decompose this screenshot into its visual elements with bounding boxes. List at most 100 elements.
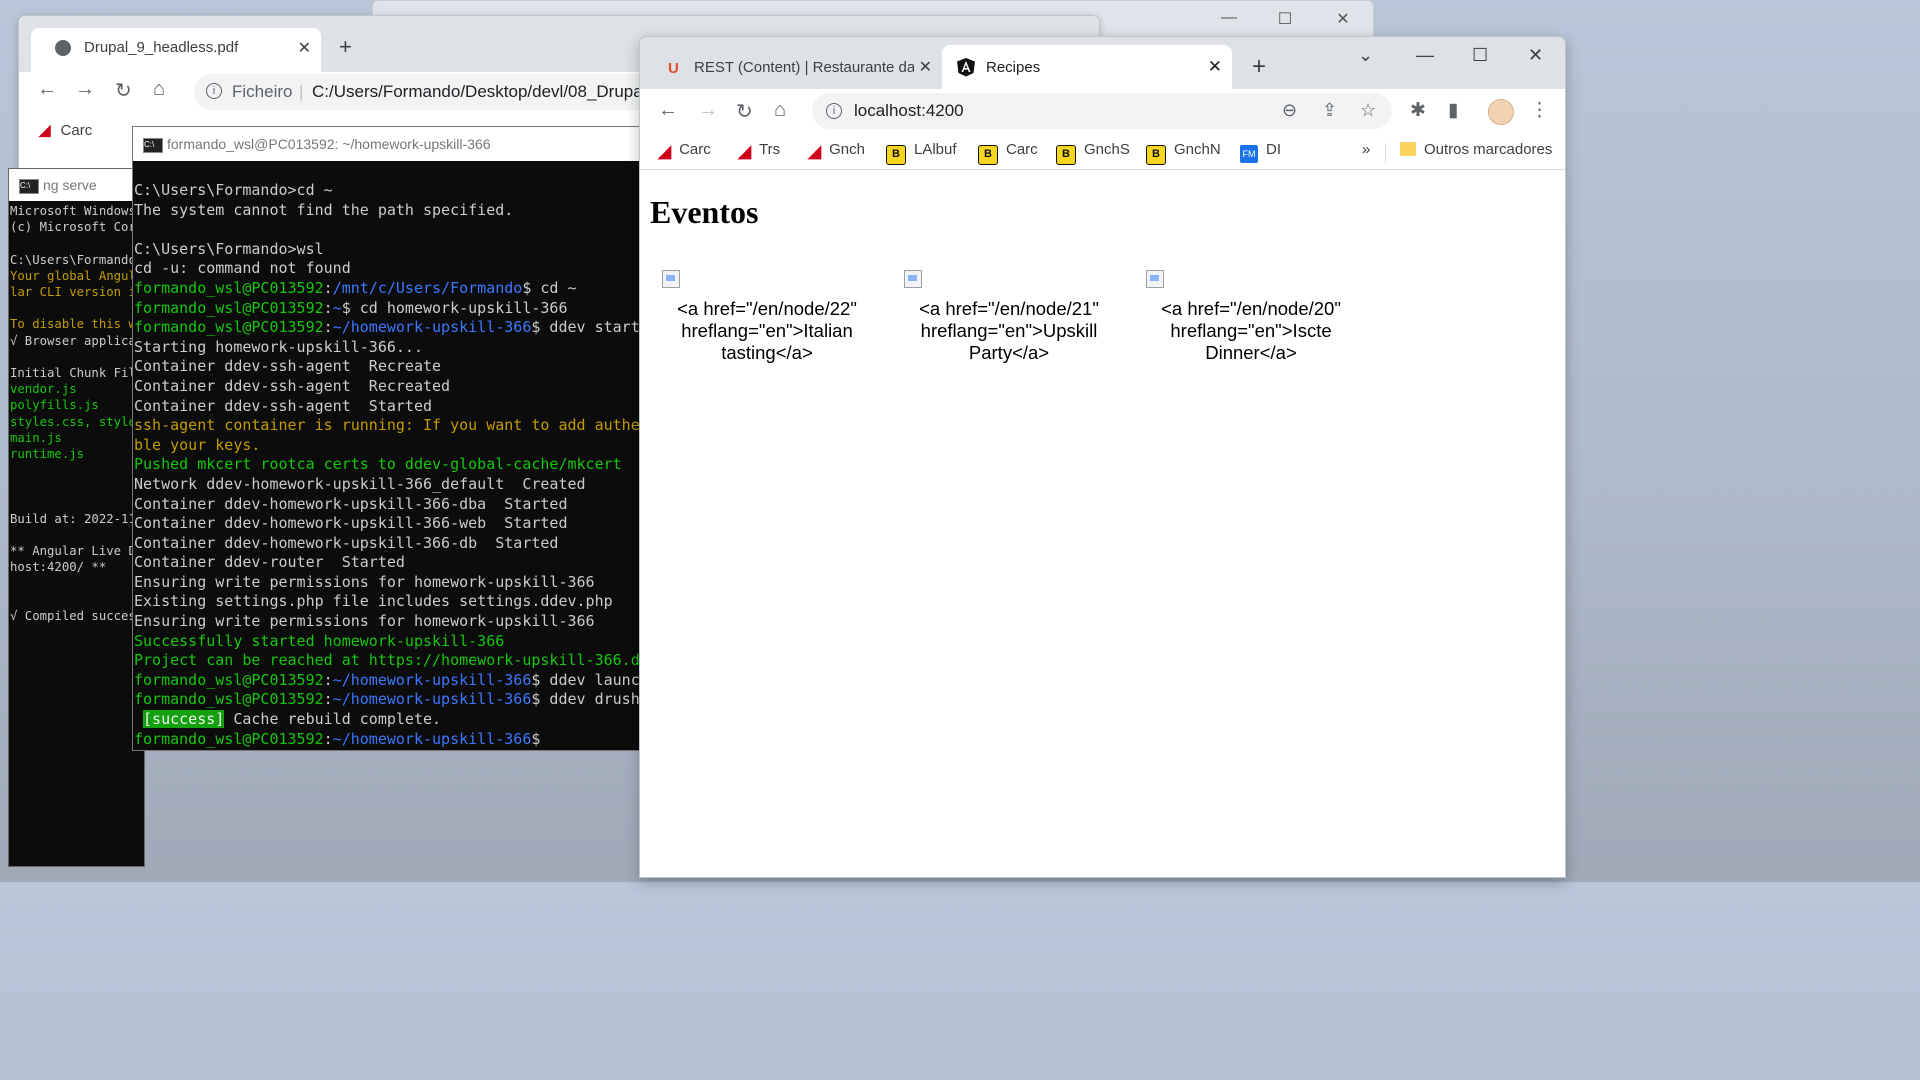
bookmark-icon: ◢	[39, 122, 51, 139]
avatar[interactable]	[1488, 99, 1514, 125]
terminal-segment: Container ddev-ssh-agent Started	[134, 396, 433, 415]
bookmark-star-icon[interactable]: ☆	[1360, 100, 1376, 121]
new-tab-icon[interactable]: +	[339, 34, 352, 60]
terminal-segment: Container ddev-homework-upskill-366-web …	[134, 514, 568, 533]
toolbar: ← → ↻ ⌂ i localhost:4200 ⊖ ⇪ ☆ ✱ ▮ ⋮	[640, 89, 1565, 135]
globe-icon	[55, 40, 71, 56]
close-tab-icon[interactable]: ✕	[1208, 57, 1222, 77]
maximize-icon[interactable]: ☐	[1265, 9, 1305, 31]
forward-icon[interactable]: →	[698, 99, 718, 122]
console-line: ** Angular Live D	[10, 544, 136, 559]
close-icon[interactable]: ✕	[1323, 9, 1363, 31]
console-titlebar[interactable]: C:\ ng serve	[9, 169, 144, 201]
terminal-line: Container ddev-homework-upskill-366-web …	[134, 514, 649, 534]
bookmark-item[interactable]: ◢ Trs	[738, 141, 780, 163]
bookmark-label: GnchN	[1174, 141, 1221, 158]
reload-icon[interactable]: ↻	[736, 99, 753, 124]
terminal-segment: formando_wsl@PC013592	[134, 298, 324, 317]
broken-image-icon	[662, 270, 680, 288]
address-bar[interactable]: i localhost:4200 ⊖ ⇪ ☆	[812, 93, 1392, 129]
close-window-icon[interactable]: ✕	[1528, 45, 1543, 66]
bookmark-item[interactable]: B GnchN	[1146, 141, 1221, 165]
side-panel-icon[interactable]: ▮	[1448, 99, 1458, 122]
console-line: (c) Microsoft Cor	[10, 220, 136, 235]
console-line: vendor.js	[10, 382, 77, 397]
terminal-output[interactable]: C:\Users\Formando>cd ~ The system cannot …	[134, 181, 649, 749]
console-line: Initial Chunk Fil	[10, 366, 136, 381]
terminal-segment: :	[323, 729, 333, 748]
bookmark-label: Carc	[679, 141, 711, 158]
terminal-segment: ~/homework-upskill-366	[332, 690, 532, 709]
back-icon[interactable]: ←	[658, 99, 678, 122]
minimize-icon[interactable]: —	[1416, 45, 1434, 66]
terminal-title: formando_wsl@PC013592: ~/homework-upskil…	[167, 136, 491, 152]
terminal-segment: formando_wsl@PC013592	[134, 729, 324, 748]
terminal-segment: Container ddev-router Started	[134, 553, 405, 572]
terminal-line: [success] Cache rebuild complete.	[134, 710, 649, 730]
info-icon[interactable]: i	[206, 83, 222, 99]
share-icon[interactable]: ⇪	[1322, 100, 1337, 121]
terminal-line: formando_wsl@PC013592:~/homework-upskill…	[134, 690, 649, 710]
cmd-icon: C:\	[143, 138, 163, 153]
tab-rest-content[interactable]: U REST (Content) | Restaurante das ✕	[652, 45, 942, 89]
other-bookmarks-folder[interactable]: Outros marcadores	[1400, 141, 1552, 163]
terminal-line: Ensuring write permissions for homework-…	[134, 612, 649, 632]
zoom-icon[interactable]: ⊖	[1282, 100, 1297, 121]
bookmark-item[interactable]: B Carc	[978, 141, 1038, 165]
terminal-segment: ~	[332, 298, 342, 317]
new-tab-icon[interactable]: +	[1252, 53, 1266, 81]
terminal-line: Pushed mkcert rootca certs to ddev-globa…	[134, 455, 649, 475]
terminal-line: Container ddev-homework-upskill-366-dba …	[134, 495, 649, 515]
bookmark-favicon-icon: ◢	[738, 142, 752, 161]
console-line: Your global Angul	[10, 268, 136, 283]
terminal-line: formando_wsl@PC013592:/mnt/c/Users/Forma…	[134, 279, 649, 299]
terminal-segment: $ cd ~	[522, 278, 577, 297]
maximize-icon[interactable]: ☐	[1472, 45, 1488, 66]
terminal-segment: Container ddev-ssh-agent Recreate	[134, 357, 442, 376]
tab-search-chevron-icon[interactable]: ⌄	[1358, 45, 1373, 66]
wsl-terminal-window[interactable]: C:\ formando_wsl@PC013592: ~/homework-up…	[132, 126, 654, 751]
tab-recipes[interactable]: Recipes ✕	[942, 45, 1232, 89]
bookmark-item[interactable]: B GnchS	[1056, 141, 1130, 165]
terminal-titlebar[interactable]: C:\ formando_wsl@PC013592: ~/homework-up…	[133, 127, 653, 161]
bookmark-favicon-icon: B	[978, 145, 998, 165]
ng-serve-console-window[interactable]: C:\ ng serve Microsoft Windows (c) Micros…	[8, 168, 145, 867]
minimize-icon[interactable]: —	[1209, 9, 1249, 31]
console-title: ng serve	[43, 177, 97, 193]
close-tab-icon[interactable]: ✕	[919, 57, 932, 77]
bookmark-label: Carc	[60, 122, 93, 139]
bookmark-favicon-icon: FM	[1240, 145, 1258, 163]
bookmark-favicon-icon: B	[1056, 145, 1076, 165]
terminal-segment	[134, 710, 143, 728]
close-tab-icon[interactable]: ✕	[298, 38, 311, 58]
extensions-icon[interactable]: ✱	[1410, 99, 1426, 122]
console-line: To disable this w	[10, 317, 136, 332]
terminal-segment: ssh-agent container is running: If you w…	[134, 416, 649, 435]
bookmark-carc[interactable]: ◢ Carc	[39, 121, 92, 139]
terminal-segment: [success]	[143, 710, 225, 729]
terminal-line: C:\Users\Formando>cd ~	[134, 181, 649, 201]
terminal-line: ssh-agent container is running: If you w…	[134, 416, 649, 436]
terminal-segment: ~/homework-upskill-366	[332, 318, 532, 337]
terminal-segment: formando_wsl@PC013592	[134, 670, 324, 689]
bookmarks-overflow-button[interactable]: »	[1362, 141, 1370, 163]
console-output: Microsoft Windows (c) Microsoft Cor C:\Us…	[10, 203, 136, 624]
terminal-segment: The system cannot find the path specifie…	[134, 200, 514, 219]
tab-pdf[interactable]: Drupal_9_headless.pdf ✕	[31, 28, 321, 72]
address-url[interactable]: C:/Users/Formando/Desktop/devl/08_Drupa	[312, 82, 643, 102]
bookmark-item[interactable]: FM DI	[1240, 141, 1281, 163]
broken-image-icon	[1146, 270, 1164, 288]
terminal-segment: Network ddev-homework-upskill-366_defaul…	[134, 474, 586, 493]
address-url[interactable]: localhost:4200	[854, 101, 964, 121]
bookmark-item[interactable]: ◢ Carc	[658, 141, 711, 163]
terminal-line: Existing settings.php file includes sett…	[134, 592, 649, 612]
info-icon[interactable]: i	[826, 103, 842, 119]
bookmark-item[interactable]: ◢ Gnch	[808, 141, 865, 163]
event-title: <a href="/en/node/21" hreflang="en">Upsk…	[919, 298, 1099, 363]
terminal-segment: /mnt/c/Users/Formando	[332, 278, 523, 297]
menu-icon[interactable]: ⋮	[1530, 99, 1549, 122]
home-icon[interactable]: ⌂	[774, 99, 786, 122]
bookmark-item[interactable]: B LAlbuf	[886, 141, 957, 165]
